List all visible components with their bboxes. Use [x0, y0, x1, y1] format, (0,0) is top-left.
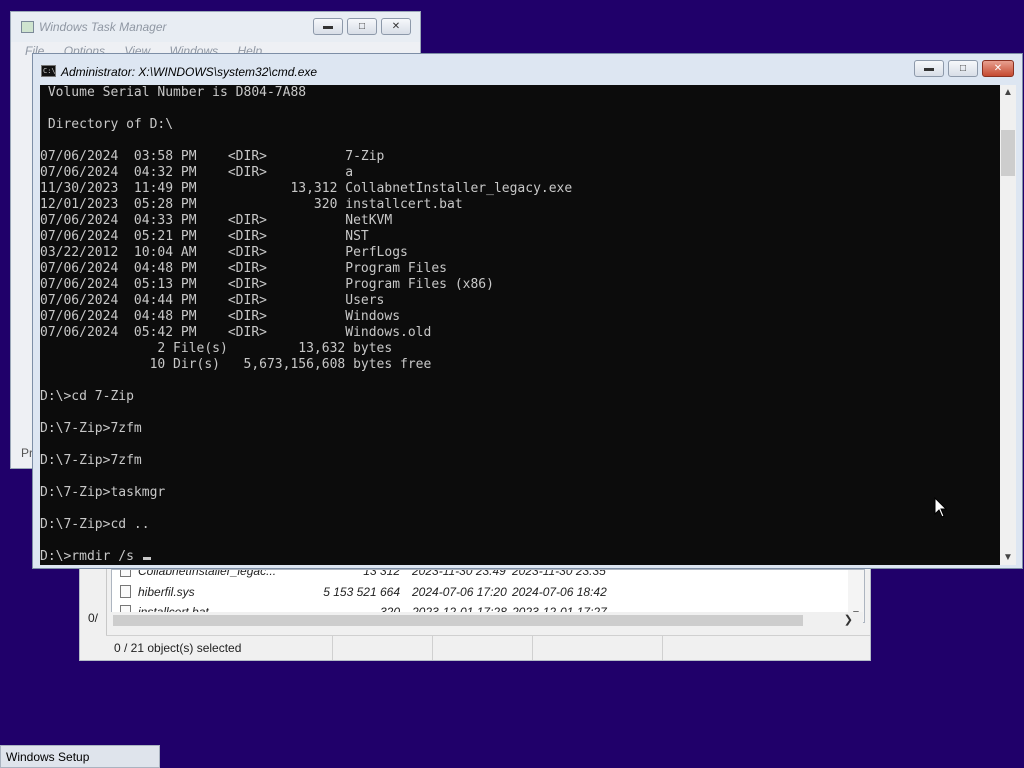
- file-modified: 2023-11-30 23:49: [412, 569, 506, 578]
- file-row[interactable]: CollabnetInstaller_legac... 13 312 2023-…: [112, 569, 847, 580]
- cmd-close-button[interactable]: ✕: [982, 60, 1014, 77]
- windows-setup-label: Windows Setup: [6, 750, 90, 764]
- maximize-icon: □: [358, 21, 366, 32]
- maximize-icon: □: [959, 63, 967, 74]
- task-manager-title: Windows Task Manager: [39, 20, 167, 34]
- console-prompt-line[interactable]: D:\>rmdir /s: [40, 549, 142, 564]
- file-manager-left-pane: 0/: [80, 561, 107, 635]
- file-modified: 2024-07-06 17:20: [412, 585, 507, 599]
- task-manager-minimize-button[interactable]: ▬: [313, 18, 343, 35]
- mouse-pointer-icon: [934, 497, 948, 518]
- cmd-maximize-button[interactable]: □: [948, 60, 978, 77]
- console-vertical-scrollbar[interactable]: ▲ ▼: [1000, 85, 1016, 565]
- task-manager-icon: [21, 21, 34, 33]
- close-icon: ✕: [391, 21, 401, 32]
- file-manager-window[interactable]: 0/ CollabnetInstaller_legac... 13 312 20…: [79, 560, 871, 661]
- task-manager-maximize-button[interactable]: □: [347, 18, 377, 35]
- chevron-right-icon[interactable]: ❯: [844, 613, 853, 626]
- file-list-horizontal-scrollbar[interactable]: ❯: [111, 612, 863, 629]
- chevron-down-icon[interactable]: ▼: [1003, 552, 1013, 563]
- chevron-up-icon[interactable]: ▲: [1003, 87, 1013, 98]
- cmd-title: Administrator: X:\WINDOWS\system32\cmd.e…: [61, 65, 318, 79]
- status-bar: 0 / 21 object(s) selected: [106, 635, 870, 660]
- console-icon: C:\: [41, 65, 56, 77]
- file-created: 2024-07-06 18:42: [512, 585, 607, 599]
- console-output: Volume Serial Number is D804-7A88 Direct…: [40, 85, 573, 532]
- file-name: CollabnetInstaller_legac...: [138, 569, 277, 578]
- status-cell-4: [532, 636, 663, 660]
- file-size: 13 312: [363, 569, 400, 578]
- cmd-minimize-button[interactable]: ▬: [914, 60, 944, 77]
- file-icon: [120, 585, 131, 598]
- close-icon: ✕: [993, 63, 1003, 74]
- status-cell-selection: 0 / 21 object(s) selected: [106, 636, 333, 660]
- file-name: hiberfil.sys: [138, 585, 195, 599]
- console-output-area[interactable]: Volume Serial Number is D804-7A88 Direct…: [40, 85, 1000, 565]
- file-created: 2023-11-30 23:35: [512, 569, 606, 578]
- scrollbar-thumb[interactable]: [1001, 130, 1015, 176]
- cmd-titlebar[interactable]: C:\ Administrator: X:\WINDOWS\system32\c…: [33, 54, 1022, 84]
- file-icon: [120, 570, 131, 577]
- windows-setup-taskbar-button[interactable]: Windows Setup: [0, 745, 160, 768]
- status-selection-text: 0 / 21 object(s) selected: [114, 641, 242, 655]
- file-size: 5 153 521 664: [323, 585, 400, 599]
- file-row[interactable]: hiberfil.sys 5 153 521 664 2024-07-06 17…: [112, 583, 847, 601]
- cmd-window[interactable]: C:\ Administrator: X:\WINDOWS\system32\c…: [32, 53, 1023, 569]
- scrollbar-thumb[interactable]: [113, 615, 803, 626]
- task-manager-close-button[interactable]: ✕: [381, 18, 411, 35]
- status-cell-3: [432, 636, 533, 660]
- status-cell-2: [332, 636, 433, 660]
- file-manager-partial-text: 0/: [88, 611, 99, 625]
- task-manager-titlebar[interactable]: Windows Task Manager ▬ □ ✕: [11, 12, 420, 42]
- console-text: Volume Serial Number is D804-7A88 Direct…: [40, 85, 572, 565]
- minimize-icon: ▬: [924, 63, 934, 74]
- text-cursor: [142, 557, 151, 560]
- minimize-icon: ▬: [323, 21, 333, 32]
